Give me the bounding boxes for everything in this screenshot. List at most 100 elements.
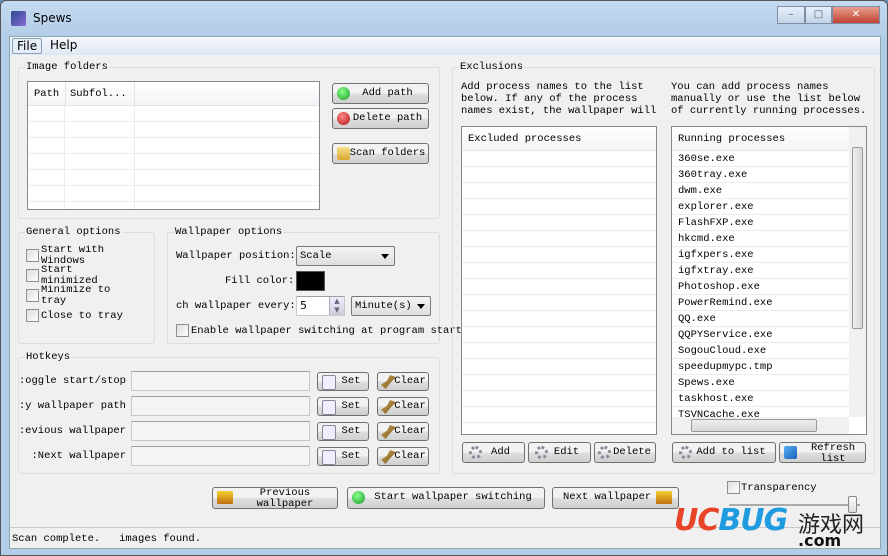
hotkey-set-button[interactable]: Set	[317, 422, 369, 441]
hotkey-clear-button[interactable]: Clear	[377, 447, 429, 466]
hotkey-set-button[interactable]: Set	[317, 397, 369, 416]
switch-interval-label: ch wallpaper every:	[176, 300, 296, 312]
previous-wallpaper-button[interactable]: Previous wallpaper	[212, 487, 338, 509]
hotkey-set-button[interactable]: Set	[317, 447, 369, 466]
gear-edit-icon	[535, 446, 548, 459]
minus-icon	[337, 112, 350, 125]
start-with-windows-checkbox[interactable]	[26, 249, 39, 262]
keyboard-edit-icon	[322, 400, 336, 415]
transparency-checkbox[interactable]	[727, 481, 740, 494]
spinner-arrows-icon[interactable]: ▲ ▼	[329, 297, 344, 315]
h-scrollbar-thumb[interactable]	[691, 419, 817, 432]
menu-file[interactable]: File	[12, 38, 43, 54]
running-processes-list[interactable]: Running processes 360se.exe 360tray.exe dw…	[671, 126, 867, 435]
plus-icon	[337, 87, 350, 100]
running-process-item[interactable]: FlashFXP.exe	[672, 215, 849, 231]
hotkey-set-button[interactable]: Set	[317, 372, 369, 391]
dropdown-arrow-icon	[417, 304, 425, 313]
running-process-item[interactable]: QQPYService.exe	[672, 327, 849, 343]
edit-exclusion-button[interactable]: Edit	[528, 442, 591, 463]
enable-startup-checkbox[interactable]	[176, 324, 189, 337]
running-process-item[interactable]: taskhost.exe	[672, 391, 849, 407]
keyboard-edit-icon	[322, 425, 336, 440]
horizontal-scrollbar[interactable]	[672, 417, 849, 434]
refresh-icon	[784, 446, 797, 459]
hotkey-input[interactable]	[131, 396, 310, 416]
menu-bar: File Help	[10, 37, 880, 55]
delete-exclusion-button[interactable]: Delete	[594, 442, 656, 463]
running-process-item[interactable]: PowerRemind.exe	[672, 295, 849, 311]
start-switching-button[interactable]: Start wallpaper switching	[347, 487, 545, 509]
column-subfolders[interactable]: Subfol...	[65, 82, 135, 106]
next-wallpaper-button[interactable]: Next wallpaper	[552, 487, 679, 509]
switch-interval-spinner[interactable]: 5 ▲ ▼	[296, 296, 345, 316]
delete-path-button[interactable]: Delete path	[332, 108, 429, 129]
hotkey-clear-button[interactable]: Clear	[377, 397, 429, 416]
menu-help[interactable]: Help	[46, 38, 81, 54]
watermark-logo: UCBUG 游戏网 .com	[674, 503, 865, 550]
running-process-item[interactable]: SogouCloud.exe	[672, 343, 849, 359]
excluded-header[interactable]: Excluded processes	[462, 127, 656, 151]
add-path-button[interactable]: Add path	[332, 83, 429, 104]
keyboard-edit-icon	[322, 375, 336, 390]
running-process-item[interactable]: explorer.exe	[672, 199, 849, 215]
scan-folders-button[interactable]: Scan folders	[332, 143, 429, 164]
maximize-button[interactable]: □	[805, 6, 832, 24]
close-to-tray-checkbox[interactable]	[26, 309, 39, 322]
window-title: Spews	[33, 11, 72, 25]
wallpaper-next-icon	[656, 491, 672, 504]
running-process-item[interactable]: 360tray.exe	[672, 167, 849, 183]
start-minimized-checkbox[interactable]	[26, 269, 39, 282]
fill-color-label: Fill color:	[225, 275, 295, 287]
status-text: Scan complete. images found.	[12, 533, 202, 545]
exclusions-help-text: Add process names to the list below. If …	[461, 81, 657, 117]
client-area: File Help Image folders Path Subfol... A…	[9, 36, 881, 550]
hotkey-input[interactable]	[131, 446, 310, 466]
hotkey-input[interactable]	[131, 421, 310, 441]
keyboard-edit-icon	[322, 450, 336, 465]
running-process-item[interactable]: dwm.exe	[672, 183, 849, 199]
dropdown-arrow-icon	[381, 254, 389, 263]
wallpaper-previous-icon	[217, 491, 233, 504]
running-process-item[interactable]: QQ.exe	[672, 311, 849, 327]
running-process-item[interactable]: Photoshop.exe	[672, 279, 849, 295]
close-to-tray-label: Close to tray	[41, 310, 123, 322]
list-rows	[28, 106, 319, 209]
minimize-to-tray-checkbox[interactable]	[26, 289, 39, 302]
start-minimized-label: Start minimized	[41, 265, 98, 285]
running-header[interactable]: Running processes	[672, 127, 849, 151]
running-process-item[interactable]: igfxtray.exe	[672, 263, 849, 279]
minimize-to-tray-label: Minimize to tray	[41, 285, 111, 305]
add-exclusion-button[interactable]: Add	[462, 442, 525, 463]
interval-unit-select[interactable]: Minute(s)	[351, 296, 431, 316]
hotkey-clear-button[interactable]: Clear	[377, 422, 429, 441]
gear-icon	[679, 446, 692, 459]
running-process-item[interactable]: hkcmd.exe	[672, 231, 849, 247]
excluded-processes-list[interactable]: Excluded processes	[461, 126, 657, 435]
running-process-item[interactable]: speedupmypc.tmp	[672, 359, 849, 375]
scrollbar-thumb[interactable]	[852, 147, 863, 329]
hotkey-label: evious wallpaper:	[18, 425, 126, 437]
fill-color-swatch[interactable]	[296, 271, 325, 291]
general-options-legend: General options	[25, 226, 122, 238]
hotkey-clear-button[interactable]: Clear	[377, 372, 429, 391]
image-folders-list[interactable]: Path Subfol...	[27, 81, 320, 210]
gear-add-icon	[469, 446, 482, 459]
vertical-scrollbar[interactable]	[849, 127, 866, 417]
running-process-item[interactable]: 360se.exe	[672, 151, 849, 167]
folder-search-icon	[337, 147, 350, 160]
column-path[interactable]: Path	[34, 82, 59, 106]
start-with-windows-label: Start with Windows	[41, 245, 105, 265]
check-icon	[352, 491, 365, 504]
add-to-list-button[interactable]: Add to list	[672, 442, 776, 463]
hotkey-label: Next wallpaper:	[31, 450, 126, 462]
wallpaper-position-select[interactable]: Scale	[296, 246, 395, 266]
minimize-button[interactable]: –	[777, 6, 805, 24]
close-button[interactable]: ✕	[832, 6, 880, 24]
running-process-item[interactable]: Spews.exe	[672, 375, 849, 391]
wallpaper-options-legend: Wallpaper options	[174, 226, 284, 238]
wallpaper-position-label: Wallpaper position:	[176, 250, 296, 262]
hotkey-input[interactable]	[131, 371, 310, 391]
refresh-list-button[interactable]: Refresh list	[779, 442, 866, 463]
running-process-item[interactable]: igfxpers.exe	[672, 247, 849, 263]
